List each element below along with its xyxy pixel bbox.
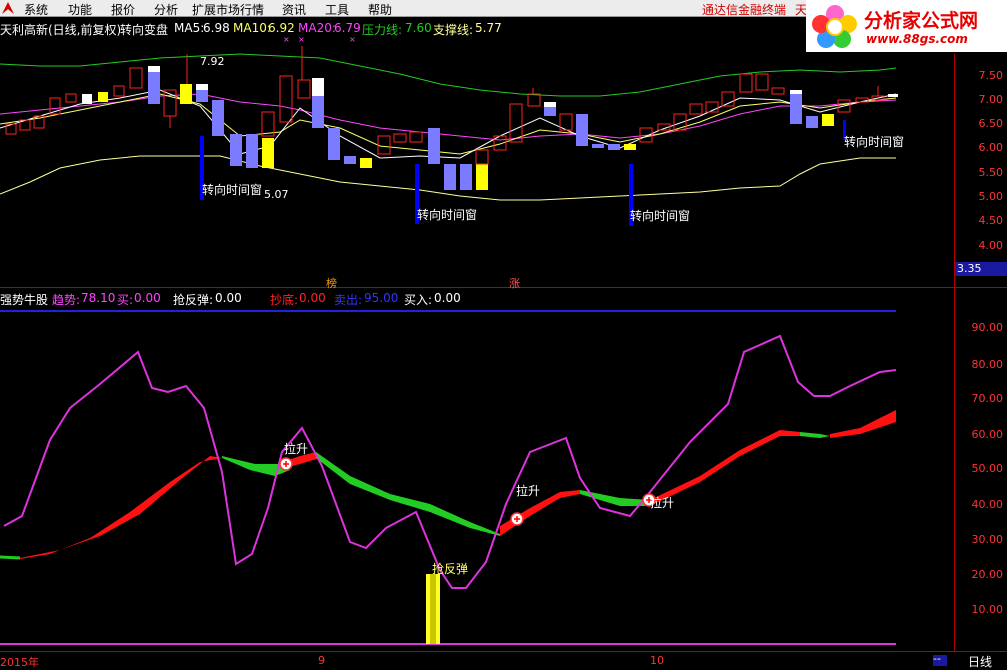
sub-tick: 80.00 — [971, 358, 1004, 371]
indicator-chart[interactable] — [0, 300, 954, 650]
support-value: 5.77 — [475, 21, 502, 35]
event-marker[interactable]: 涨 — [509, 275, 520, 291]
sub-tick: 40.00 — [971, 498, 1004, 511]
menu-analysis[interactable]: 分析 — [154, 1, 178, 18]
scroll-dash: -- — [933, 652, 941, 665]
sub-tick: 10.00 — [971, 603, 1004, 616]
price-tick: 5.00 — [978, 190, 1004, 203]
lift-label: 拉升 — [516, 484, 541, 498]
pressure-value: 7.60 — [405, 21, 432, 35]
axis-divider — [954, 54, 955, 652]
turn-window-label: 转向时间窗 — [844, 135, 905, 149]
ma10-value: 6.92 — [268, 21, 295, 35]
turn-window-label: 转向时间窗 — [417, 208, 478, 222]
ma20-line — [0, 93, 897, 141]
turn-window-label: 转向时间窗 — [202, 183, 263, 197]
rebound-label-text: 抢反弹 — [432, 562, 469, 576]
logo-title: 分析家公式网 — [864, 10, 979, 32]
trend-line — [3, 334, 897, 589]
price-tick: 4.50 — [978, 214, 1004, 227]
menu-news[interactable]: 资讯 — [282, 1, 306, 18]
turn-window-label: 转向时间窗 — [630, 209, 691, 223]
menu-help[interactable]: 帮助 — [368, 1, 392, 18]
price-tick: 5.50 — [978, 166, 1004, 179]
price-tick: 7.00 — [978, 93, 1004, 106]
high-price-label: 7.92 — [200, 55, 225, 68]
lift-marker-icon — [510, 512, 524, 526]
price-tick: 7.50 — [978, 69, 1004, 82]
kline-chart[interactable]: × × × — [0, 36, 954, 286]
price-tick: 6.50 — [978, 117, 1004, 130]
lift-marker-icon — [279, 457, 293, 471]
rebound-bar-shade — [430, 574, 436, 644]
price-tick: 6.00 — [978, 141, 1004, 154]
sub-tick: 90.00 — [971, 321, 1004, 334]
menu-quote[interactable]: 报价 — [111, 1, 135, 18]
ma5-value: 6.98 — [203, 21, 230, 35]
app-logo-icon — [2, 2, 14, 14]
price-tick: 4.00 — [978, 239, 1004, 252]
menu-system[interactable]: 系统 — [24, 1, 48, 18]
menu-function[interactable]: 功能 — [68, 1, 92, 18]
ribbon-red — [20, 456, 222, 559]
svg-text:×: × — [283, 36, 290, 44]
sub-tick: 50.00 — [971, 462, 1004, 475]
candles — [5, 66, 898, 190]
pane-divider[interactable] — [0, 287, 1007, 288]
date-month-9: 9 — [318, 654, 325, 667]
svg-text:×: × — [298, 36, 305, 44]
lift-label: 拉升 — [284, 442, 309, 456]
menu-extended-market[interactable]: 扩展市场行情 — [192, 1, 264, 18]
ribbon-green — [800, 432, 830, 438]
ma20-label: MA20: — [298, 21, 336, 35]
date-month-10: 10 — [650, 654, 664, 667]
ribbon-start — [0, 555, 21, 560]
sub-tick: 30.00 — [971, 533, 1004, 546]
period-selector[interactable]: 日线 — [968, 653, 992, 670]
low-price-label: 5.07 — [264, 188, 289, 201]
terminal-promo[interactable]: 通达信金融终端 — [702, 1, 786, 18]
wicks — [169, 46, 879, 128]
date-axis: 2015年 9 10 -- 日线 — [0, 651, 1007, 670]
ma20-value: 6.79 — [334, 21, 361, 35]
ribbon-red — [830, 410, 896, 438]
ma10-line — [0, 93, 897, 155]
ma10-label: MA10: — [233, 21, 271, 35]
menu-tools[interactable]: 工具 — [325, 1, 349, 18]
current-price-marker: 3.35 — [955, 262, 1007, 276]
sub-tick: 70.00 — [971, 392, 1004, 405]
svg-text:×: × — [349, 36, 356, 44]
lift-label: 拉升 — [650, 496, 675, 510]
event-marker[interactable]: 榜 — [326, 275, 337, 291]
sub-tick: 60.00 — [971, 428, 1004, 441]
ma5-label: MA5: — [174, 21, 205, 35]
sub-tick: 20.00 — [971, 568, 1004, 581]
